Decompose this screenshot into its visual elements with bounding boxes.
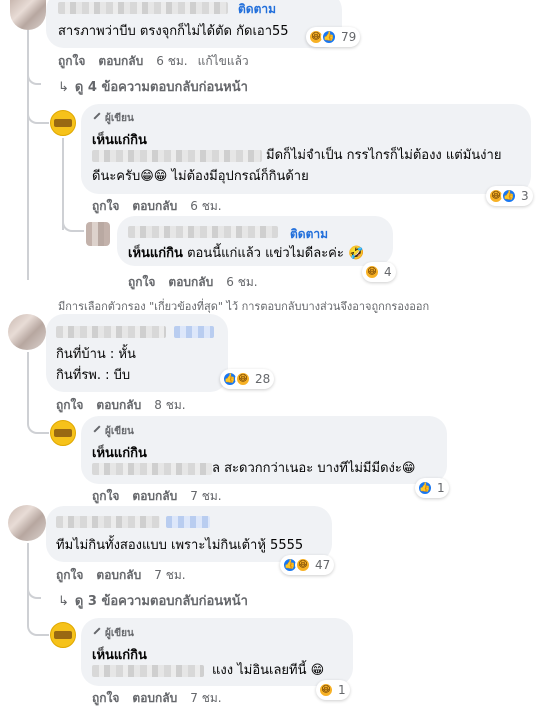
reaction-summary[interactable]: 👍 😆 47 — [280, 555, 335, 575]
comment-actions: ถูกใจ ตอบกลับ 7 ชม. — [56, 566, 196, 585]
like-action[interactable]: ถูกใจ — [56, 398, 83, 412]
author-name[interactable]: เห็นแก่กิน — [92, 644, 147, 665]
reaction-summary[interactable]: 😆 👍 79 — [306, 27, 361, 47]
timestamp[interactable]: 7 ชม. — [190, 489, 221, 503]
comment-actions: ถูกใจ ตอบกลับ 8 ชม. — [56, 396, 196, 415]
edited-label: แก้ไขแล้ว — [197, 54, 249, 68]
like-icon: 👍 — [417, 480, 433, 496]
reply-text: เห็นแก่กิน ตอนนี้แก่แล้ว แข่วไมดีละค่ะ 🤣 — [128, 246, 365, 261]
thread-branch — [27, 100, 49, 124]
mention[interactable]: เห็นแก่กิน — [128, 246, 183, 261]
reply-arrow-icon: ↳ — [58, 594, 69, 609]
like-action[interactable]: ถูกใจ — [128, 275, 155, 289]
follow-link-blurred[interactable] — [166, 516, 210, 528]
reply-action[interactable]: ตอบกลับ — [96, 568, 141, 582]
like-action[interactable]: ถูกใจ — [56, 568, 83, 582]
reply-actions: ถูกใจ ตอบกลับ 7 ชม. — [92, 487, 232, 506]
comment-actions: ถูกใจ ตอบกลับ 6 ชม. แก้ไขแล้ว — [58, 52, 262, 71]
reply-action[interactable]: ตอบกลับ — [132, 691, 177, 705]
like-action[interactable]: ถูกใจ — [92, 691, 119, 705]
view-previous-replies[interactable]: ↳ ดู 4 ข้อความตอบกลับก่อนหน้า — [58, 76, 248, 97]
reply-text-line2: ดีนะครับ😁😁 ไม่ต้องมีอุปกรณ์ก็กินด้าย — [92, 169, 309, 184]
reaction-count: 79 — [341, 30, 357, 44]
like-icon: 👍 — [321, 29, 337, 45]
reply-actions: ถูกใจ ตอบกลับ 7 ชม. — [92, 689, 232, 708]
thread-line — [27, 543, 29, 613]
reply-text-line1: มีดก็ไม่จำเป็น กรรไกรก็ไม่ต้องง แต่มันง่… — [266, 148, 502, 163]
reply-actions: ถูกใจ ตอบกลับ 6 ชม. — [128, 273, 268, 292]
reply-action[interactable]: ตอบกลับ — [96, 398, 141, 412]
commenter-name-blurred[interactable] — [128, 226, 278, 238]
haha-icon: 😆 — [235, 371, 251, 387]
commenter-name-blurred[interactable] — [56, 516, 160, 528]
thread-branch — [27, 582, 41, 599]
follow-link[interactable]: ติดตาม — [290, 225, 328, 244]
reply-action[interactable]: ตอบกลับ — [132, 489, 177, 503]
mention-blurred[interactable] — [92, 665, 204, 677]
follow-link[interactable]: ติดตาม — [238, 0, 276, 19]
haha-icon: 😆 — [295, 557, 311, 573]
commenter-name-blurred[interactable] — [56, 326, 166, 338]
timestamp[interactable]: 6 ชม. — [190, 199, 221, 213]
author-avatar[interactable] — [50, 420, 76, 446]
reaction-summary[interactable]: 😆 1 — [316, 680, 350, 700]
like-action[interactable]: ถูกใจ — [92, 199, 119, 213]
reaction-summary[interactable]: 😆 👍 3 — [486, 186, 533, 206]
thread-branch — [27, 612, 49, 636]
author-name[interactable]: เห็นแก่กิน — [92, 129, 147, 150]
author-badge: ผู้เขียน — [92, 626, 134, 641]
timestamp[interactable]: 7 ชม. — [190, 691, 221, 705]
avatar[interactable] — [8, 505, 46, 541]
reply-text: ล สะดวกกว่าเนอะ บางทีไม่มีมีดง่ะ😁 — [212, 461, 416, 476]
like-action[interactable]: ถูกใจ — [58, 54, 85, 68]
pencil-icon — [92, 627, 102, 637]
comment-text: สารภาพว่าบีบ ตรงจุกก็ไม่ได้ตัด กัดเอา55 — [58, 24, 289, 39]
reaction-count: 28 — [255, 372, 271, 386]
reaction-count: 3 — [521, 189, 529, 203]
reply-action[interactable]: ตอบกลับ — [132, 199, 177, 213]
reply-action[interactable]: ตอบกลับ — [98, 54, 143, 68]
timestamp[interactable]: 6 ชม. — [156, 54, 187, 68]
reply-text: แงง ไม่อินเลยทีนี้ 😁 — [212, 663, 325, 678]
reaction-summary[interactable]: 👍 1 — [415, 478, 449, 498]
timestamp[interactable]: 8 ชม. — [154, 398, 185, 412]
thread-branch — [27, 410, 49, 434]
author-badge: ผู้เขียน — [92, 111, 134, 126]
comment-text-line1: กินที่บ้าน : หั้น — [56, 347, 136, 362]
reaction-summary[interactable]: 😆 4 — [362, 262, 396, 282]
author-avatar[interactable] — [50, 110, 76, 136]
author-badge: ผู้เขียน — [92, 424, 134, 439]
reply-action[interactable]: ตอบกลับ — [168, 275, 213, 289]
pencil-icon — [92, 112, 102, 122]
view-previous-replies[interactable]: ↳ ดู 3 ข้อความตอบกลับก่อนหน้า — [58, 590, 248, 611]
haha-icon: 😆 — [364, 264, 380, 280]
reaction-count: 1 — [338, 683, 346, 697]
commenter-name-blurred[interactable] — [58, 2, 228, 14]
timestamp[interactable]: 7 ชม. — [154, 568, 185, 582]
comment-text-line2: กินที่รพ. : บีบ — [56, 368, 131, 383]
like-action[interactable]: ถูกใจ — [92, 489, 119, 503]
filter-note: มีการเลือกตัวกรอง "เกี่ยวข้องที่สุด" ไว้… — [58, 300, 430, 313]
avatar[interactable] — [86, 222, 110, 246]
reaction-count: 4 — [384, 265, 392, 279]
reaction-count: 1 — [437, 481, 445, 495]
reaction-count: 47 — [315, 558, 331, 572]
avatar[interactable] — [8, 314, 46, 350]
thread-branch — [27, 68, 41, 85]
reply-arrow-icon: ↳ — [58, 80, 69, 95]
timestamp[interactable]: 6 ชม. — [226, 275, 257, 289]
avatar[interactable] — [10, 0, 46, 30]
mention-blurred[interactable] — [92, 150, 262, 162]
reaction-summary[interactable]: 👍 😆 28 — [220, 369, 275, 389]
like-icon: 👍 — [501, 188, 517, 204]
author-name[interactable]: เห็นแก่กิน — [92, 442, 147, 463]
reply-actions: ถูกใจ ตอบกลับ 6 ชม. — [92, 197, 232, 216]
thread-branch — [62, 210, 84, 232]
mention-blurred[interactable] — [92, 463, 212, 475]
haha-icon: 😆 — [318, 682, 334, 698]
author-avatar[interactable] — [50, 622, 76, 648]
follow-link-blurred[interactable] — [174, 326, 214, 338]
comment-text: ทีมไม่กินทั้งสองแบบ เพราะไม่กินเต้าหู้ 5… — [56, 538, 304, 553]
pencil-icon — [92, 425, 102, 435]
